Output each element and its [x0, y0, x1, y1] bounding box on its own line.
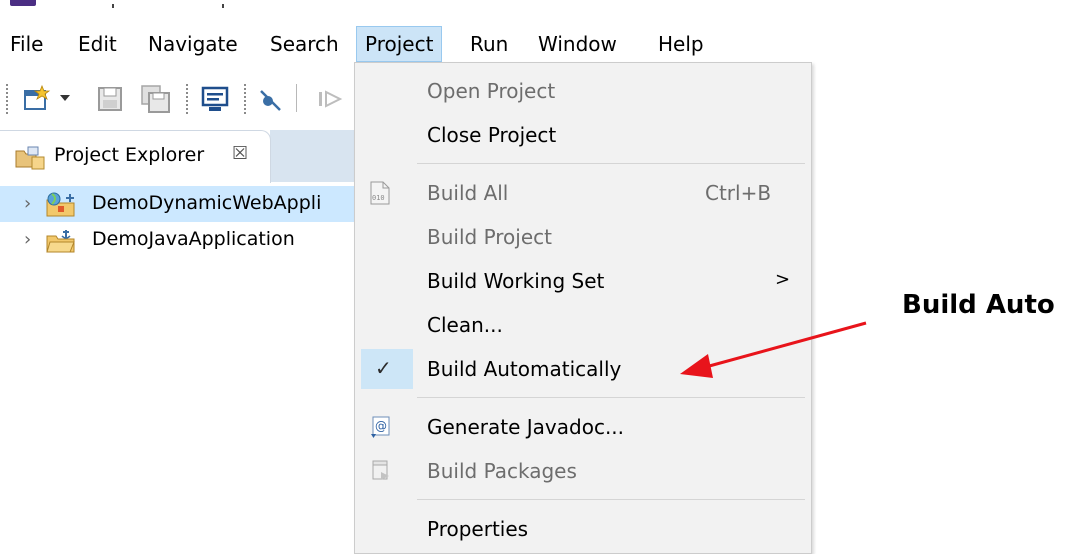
annotation-arrow	[680, 321, 867, 378]
annotation-label: Build Auto	[902, 290, 1055, 320]
